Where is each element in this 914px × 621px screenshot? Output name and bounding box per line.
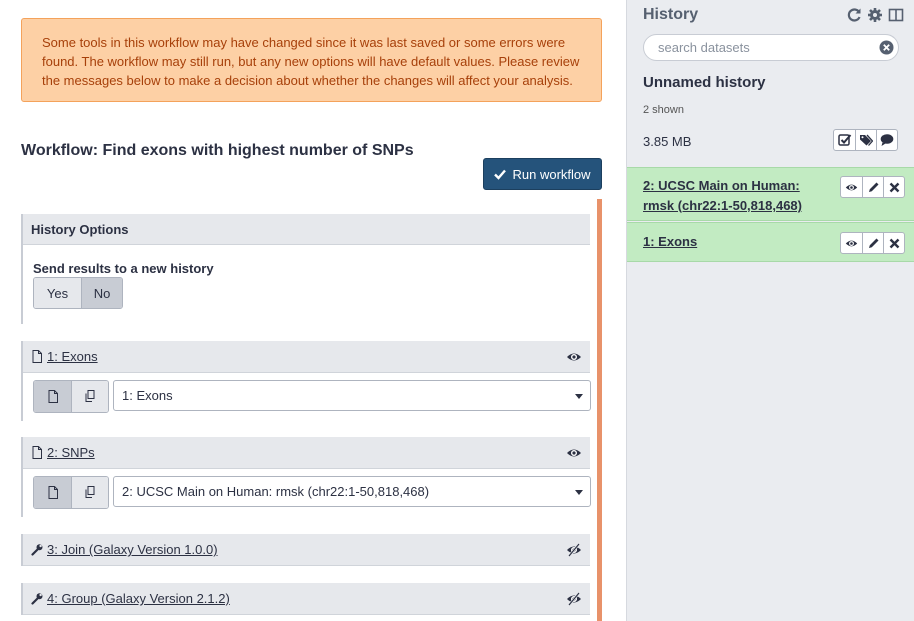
comment-icon — [880, 134, 894, 146]
input-mode-buttons — [33, 476, 109, 509]
history-actions — [833, 129, 898, 151]
multiple-datasets-button[interactable] — [71, 477, 108, 508]
refresh-icon[interactable] — [846, 7, 862, 23]
close-icon — [889, 182, 899, 192]
delete-dataset-button[interactable] — [883, 177, 904, 197]
eye-icon[interactable] — [566, 350, 582, 364]
step-header-join[interactable]: 3: Join (Galaxy Version 1.0.0) — [23, 534, 590, 566]
history-dataset-item[interactable]: 2: UCSC Main on Human: rmsk (chr22:1-50,… — [627, 167, 914, 221]
columns-icon[interactable] — [888, 7, 904, 23]
warning-line-3: the messages below to make a decision ab… — [42, 73, 573, 88]
edit-tags-button[interactable] — [855, 130, 876, 150]
history-panel: History search datasets Unnamed history … — [626, 0, 914, 621]
single-dataset-button[interactable] — [34, 477, 71, 508]
pencil-icon — [868, 182, 878, 192]
new-history-no-button[interactable]: No — [81, 278, 122, 308]
check-square-icon — [837, 134, 851, 146]
dataset-title[interactable]: 1: Exons — [643, 232, 833, 252]
chevron-down-icon — [575, 490, 583, 495]
history-name[interactable]: Unnamed history — [643, 74, 766, 91]
step-header-group[interactable]: 4: Group (Galaxy Version 2.1.2) — [23, 583, 590, 615]
input-mode-buttons — [33, 380, 109, 413]
select-items-button[interactable] — [834, 130, 855, 150]
file-icon — [31, 446, 43, 459]
new-history-label: Send results to a new history — [33, 261, 214, 276]
step-header-snps[interactable]: 2: SNPs — [23, 437, 590, 469]
new-history-yes-button[interactable]: Yes — [34, 278, 81, 308]
file-icon — [48, 390, 58, 403]
eye-icon — [845, 184, 858, 190]
exons-select-value: 1: Exons — [122, 388, 173, 403]
delete-dataset-button[interactable] — [883, 233, 904, 253]
file-icon — [48, 486, 58, 499]
close-icon — [889, 238, 899, 248]
exons-dataset-select[interactable]: 1: Exons — [113, 380, 591, 411]
display-dataset-button[interactable] — [841, 177, 862, 197]
eye-icon[interactable] — [566, 446, 582, 460]
step-card-join: 3: Join (Galaxy Version 1.0.0) — [21, 534, 590, 566]
datasets-shown-count: 2 shown — [643, 104, 684, 116]
file-icon — [31, 350, 43, 363]
eye-icon — [845, 240, 858, 246]
single-dataset-button[interactable] — [34, 381, 71, 412]
run-workflow-label: Run workflow — [512, 166, 591, 182]
workflow-warning-message: Some tools in this workflow may have cha… — [21, 18, 602, 102]
search-datasets-input[interactable]: search datasets — [643, 34, 899, 61]
search-placeholder: search datasets — [658, 40, 750, 55]
history-options-card: History Options Send results to a new hi… — [21, 214, 590, 324]
pencil-icon — [868, 238, 878, 248]
tags-icon — [860, 134, 873, 146]
dataset-actions — [840, 176, 905, 198]
eye-slash-icon[interactable] — [566, 543, 582, 557]
files-icon — [85, 390, 95, 402]
step-title-join[interactable]: 3: Join (Galaxy Version 1.0.0) — [47, 542, 218, 557]
history-size: 3.85 MB — [643, 134, 692, 149]
step-title-exons[interactable]: 1: Exons — [47, 349, 98, 364]
step-card-exons: 1: Exons 1: Exons — [21, 341, 591, 421]
dataset-title[interactable]: 2: UCSC Main on Human: rmsk (chr22:1-50,… — [643, 176, 833, 216]
center-panel: Some tools in this workflow may have cha… — [0, 0, 612, 621]
step-title-snps[interactable]: 2: SNPs — [47, 445, 95, 460]
new-history-toggle: Yes No — [33, 277, 123, 309]
step-card-group: 4: Group (Galaxy Version 2.1.2) — [21, 583, 590, 615]
run-panel-scroll-indicator — [597, 199, 602, 621]
warning-line-1: Some tools in this workflow may have cha… — [42, 35, 566, 50]
step-header-exons[interactable]: 1: Exons — [23, 341, 590, 373]
clear-search-icon[interactable] — [879, 40, 894, 55]
step-title-group[interactable]: 4: Group (Galaxy Version 2.1.2) — [47, 591, 230, 606]
wrench-icon — [31, 543, 43, 556]
eye-slash-icon[interactable] — [566, 592, 582, 606]
edit-attributes-button[interactable] — [862, 233, 883, 253]
check-icon — [494, 169, 507, 180]
display-dataset-button[interactable] — [841, 233, 862, 253]
multiple-datasets-button[interactable] — [71, 381, 108, 412]
step-card-snps: 2: SNPs 2: UCSC Main on Human: rmsk (chr… — [21, 437, 591, 517]
wrench-icon — [31, 592, 43, 605]
step-body-exons: 1: Exons — [23, 373, 591, 419]
history-dataset-item[interactable]: 1: Exons — [627, 222, 914, 262]
history-panel-toolbar — [846, 7, 904, 23]
step-body-snps: 2: UCSC Main on Human: rmsk (chr22:1-50,… — [23, 469, 591, 515]
files-icon — [85, 486, 95, 498]
chevron-down-icon — [575, 394, 583, 399]
history-options-header: History Options — [23, 214, 590, 245]
workflow-title: Workflow: Find exons with highest number… — [21, 142, 414, 159]
snps-dataset-select[interactable]: 2: UCSC Main on Human: rmsk (chr22:1-50,… — [113, 476, 591, 507]
edit-attributes-button[interactable] — [862, 177, 883, 197]
snps-select-value: 2: UCSC Main on Human: rmsk (chr22:1-50,… — [122, 484, 430, 499]
warning-line-2: found. The workflow may still run, but a… — [42, 54, 580, 69]
gear-icon[interactable] — [867, 7, 883, 23]
history-options-body: Send results to a new history Yes No — [23, 245, 590, 323]
history-options-title: History Options — [31, 221, 129, 237]
dataset-actions — [840, 232, 905, 254]
edit-annotation-button[interactable] — [876, 130, 897, 150]
history-panel-title: History — [643, 6, 699, 23]
run-workflow-button[interactable]: Run workflow — [483, 158, 602, 190]
